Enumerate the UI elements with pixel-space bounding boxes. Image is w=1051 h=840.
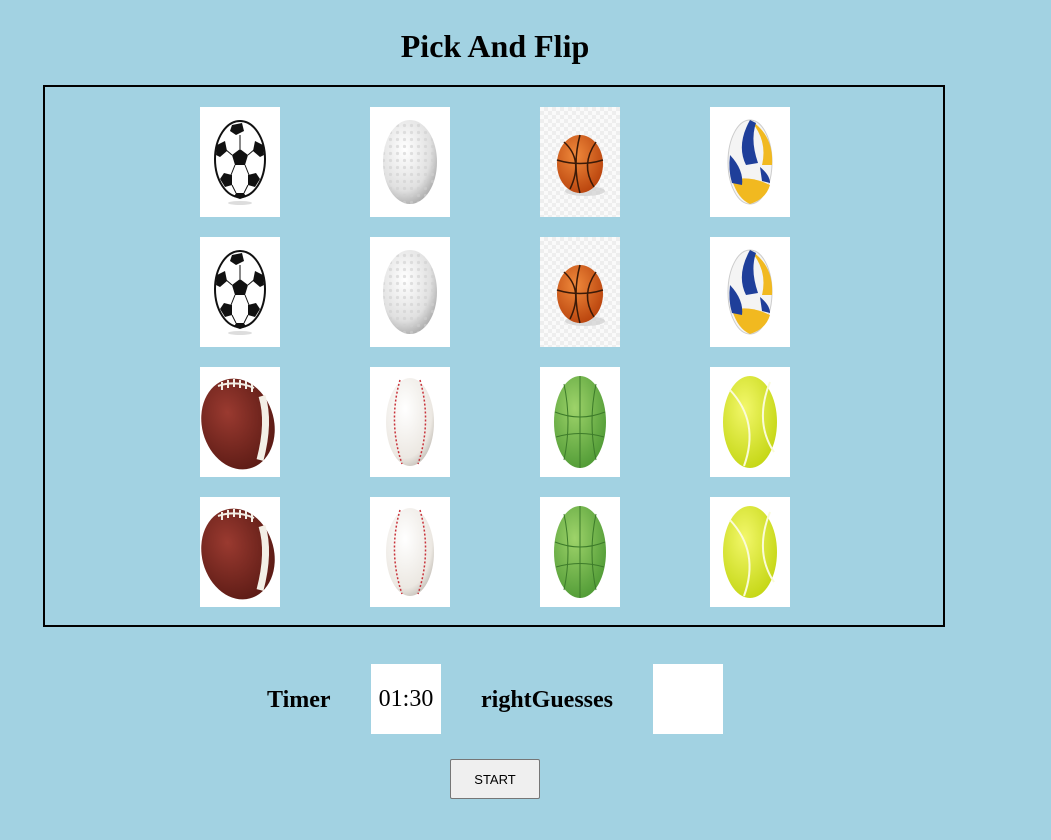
- green-handball-icon: [554, 376, 606, 468]
- game-board: [43, 85, 945, 627]
- card-basketball[interactable]: [540, 107, 620, 217]
- card-golf-ball[interactable]: [370, 107, 450, 217]
- start-button[interactable]: START: [450, 759, 540, 799]
- card-american-football[interactable]: [200, 497, 280, 607]
- tennis-ball-icon: [723, 376, 777, 468]
- volleyball-icon: [727, 249, 773, 334]
- timer-label: Timer: [267, 687, 331, 713]
- american-football-icon: [201, 378, 275, 470]
- card-golf-ball[interactable]: [370, 237, 450, 347]
- card-tennis-ball[interactable]: [710, 497, 790, 607]
- right-guesses-display: [653, 664, 723, 734]
- card-green-handball[interactable]: [540, 497, 620, 607]
- page-title: Pick And Flip: [400, 28, 590, 64]
- card-basketball[interactable]: [540, 237, 620, 347]
- soccer-ball-icon: [214, 249, 266, 335]
- tennis-ball-icon: [723, 506, 777, 598]
- baseball-icon: [386, 508, 434, 596]
- card-baseball[interactable]: [370, 367, 450, 477]
- card-baseball[interactable]: [370, 497, 450, 607]
- right-guesses-label: rightGuesses: [481, 687, 613, 713]
- green-handball-icon: [554, 506, 606, 598]
- volleyball-icon: [727, 119, 773, 204]
- american-football-icon: [201, 508, 275, 600]
- card-volleyball[interactable]: [710, 107, 790, 217]
- basketball-icon: [556, 134, 605, 196]
- card-volleyball[interactable]: [710, 237, 790, 347]
- card-american-football[interactable]: [200, 367, 280, 477]
- golf-ball-icon: [383, 119, 437, 204]
- basketball-icon: [556, 264, 605, 326]
- golf-ball-icon: [383, 249, 437, 334]
- card-tennis-ball[interactable]: [710, 367, 790, 477]
- baseball-icon: [386, 378, 434, 466]
- soccer-ball-icon: [214, 119, 266, 205]
- timer-display: 01:30: [371, 664, 441, 734]
- card-soccer-ball[interactable]: [200, 107, 280, 217]
- card-green-handball[interactable]: [540, 367, 620, 477]
- card-soccer-ball[interactable]: [200, 237, 280, 347]
